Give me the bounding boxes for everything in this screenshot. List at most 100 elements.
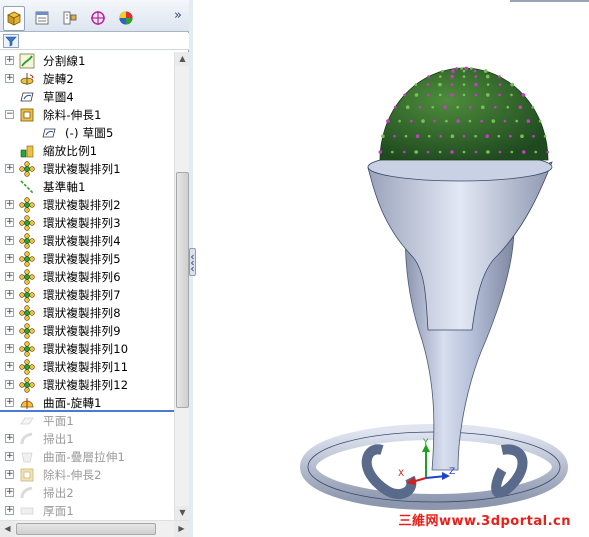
tree-item[interactable]: + 曲面-疊層拉伸1	[0, 448, 174, 466]
scroll-down-arrow-icon[interactable]: ▼	[175, 506, 190, 520]
expand-icon[interactable]: +	[5, 506, 14, 515]
tree-item[interactable]: 平面1	[0, 412, 174, 430]
collapse-icon[interactable]: −	[5, 110, 14, 119]
triad-z-label: Z	[449, 467, 456, 477]
tree-filter-bar[interactable]	[0, 33, 189, 50]
tree-item[interactable]: + 環狀複製排列1	[0, 160, 174, 178]
spike-tip	[474, 134, 477, 138]
expand-icon[interactable]: +	[5, 344, 14, 353]
spike-tip	[438, 150, 442, 154]
dimxpert-manager-tab[interactable]	[87, 7, 109, 29]
tree-item[interactable]: + 掃出2	[0, 484, 174, 502]
spike-tip	[456, 119, 460, 123]
expand-icon[interactable]: +	[5, 326, 14, 335]
expand-icon[interactable]: +	[5, 164, 14, 173]
expand-icon[interactable]: +	[5, 452, 14, 461]
rollback-bar[interactable]	[0, 410, 174, 412]
spike-tip	[509, 134, 512, 138]
spike-tip	[450, 134, 455, 138]
spike-tip	[531, 105, 535, 109]
spike-tip	[381, 134, 385, 138]
expand-icon[interactable]: +	[5, 488, 14, 497]
configuration-manager-tab[interactable]	[59, 7, 81, 29]
tree-item[interactable]: + 環狀複製排列9	[0, 322, 174, 340]
property-manager-tab[interactable]	[31, 7, 53, 29]
tree-item[interactable]: + 環狀複製排列11	[0, 358, 174, 376]
tree-item[interactable]: + 厚面1	[0, 502, 174, 520]
expand-icon[interactable]: +	[5, 272, 14, 281]
tree-item[interactable]: 草圖4	[0, 88, 174, 106]
spike-tip	[485, 74, 490, 79]
expand-icon[interactable]: +	[5, 74, 14, 83]
expand-icon[interactable]: +	[5, 254, 14, 263]
tree-item[interactable]: 基準軸1	[0, 178, 174, 196]
tree-item[interactable]: + 分割線1	[0, 52, 174, 70]
expand-icon[interactable]: +	[5, 218, 14, 227]
spike-tip	[470, 67, 473, 70]
tree-item-label: 環狀複製排列8	[43, 306, 121, 320]
cup[interactable]	[367, 161, 553, 331]
tree-item[interactable]: + 環狀複製排列4	[0, 232, 174, 250]
tree-item[interactable]: + 環狀複製排列5	[0, 250, 174, 268]
spike-tip	[421, 119, 425, 123]
filter-icon[interactable]	[3, 34, 19, 48]
expand-icon[interactable]: +	[5, 362, 14, 371]
scroll-left-arrow-icon[interactable]: ◀	[0, 521, 15, 537]
spike-tip	[486, 83, 490, 86]
tree-vertical-scrollbar[interactable]: ▲ ▼	[174, 52, 190, 520]
expand-icon[interactable]: +	[5, 380, 14, 389]
circular-pattern-icon	[19, 215, 35, 231]
tree-item[interactable]: (-) 草圖5	[0, 124, 174, 142]
tab-overflow-chevron-icon[interactable]: »	[171, 8, 185, 24]
spike-tip	[486, 150, 490, 154]
expand-icon[interactable]: +	[5, 290, 14, 299]
spike-tip	[414, 150, 418, 154]
spike-tip	[443, 105, 447, 109]
graphics-viewport[interactable]: Y Z X 三維网www.3dportal.cn	[196, 0, 589, 537]
expand-icon[interactable]: +	[5, 236, 14, 245]
expand-icon[interactable]: +	[5, 470, 14, 479]
tree-item[interactable]: + 環狀複製排列12	[0, 376, 174, 394]
thicken-icon	[20, 507, 34, 515]
spike-tip	[441, 69, 444, 73]
spike-tip	[427, 134, 431, 138]
spike-tip	[468, 119, 472, 123]
revolve-icon	[20, 73, 34, 85]
spiked-dome[interactable]	[379, 67, 549, 161]
tree-item[interactable]: − 除料-伸長1	[0, 106, 174, 124]
display-manager-tab[interactable]	[115, 7, 137, 29]
circular-pattern-icon	[19, 305, 35, 321]
spike-tip	[450, 150, 454, 154]
spike-tip	[414, 93, 419, 97]
watermark-text: 三維网www.3dportal.cn	[398, 514, 571, 529]
circular-pattern-icon	[19, 233, 35, 249]
spike-tip	[491, 119, 496, 123]
expand-icon[interactable]: +	[5, 200, 14, 209]
scroll-right-arrow-icon[interactable]: ▶	[174, 521, 189, 537]
spike-tip	[427, 75, 430, 78]
tree-item[interactable]: + 除料-伸長2	[0, 466, 174, 484]
circular-pattern-icon	[19, 269, 35, 285]
tree-item[interactable]: + 環狀複製排列2	[0, 196, 174, 214]
feature-manager-tab[interactable]	[3, 6, 25, 31]
tree-item[interactable]: + 環狀複製排列10	[0, 340, 174, 358]
tree-item[interactable]: + 環狀複製排列8	[0, 304, 174, 322]
tree-item[interactable]: + 環狀複製排列6	[0, 268, 174, 286]
expand-icon[interactable]: +	[5, 398, 14, 407]
scroll-up-arrow-icon[interactable]: ▲	[175, 52, 190, 66]
configuration-manager-icon	[63, 11, 77, 25]
tree-item[interactable]: + 掃出1	[0, 430, 174, 448]
tree-item[interactable]: 縮放比例1	[0, 142, 174, 160]
spike-tip	[414, 83, 418, 86]
splitter-collapse-handle[interactable]	[189, 248, 196, 276]
tree-horizontal-scrollbar[interactable]: ◀ ▶	[0, 520, 189, 537]
tree-item[interactable]: + 環狀複製排列7	[0, 286, 174, 304]
expand-icon[interactable]: +	[5, 56, 14, 65]
expand-icon[interactable]: +	[5, 308, 14, 317]
tree-item[interactable]: + 環狀複製排列3	[0, 214, 174, 232]
vertical-scroll-thumb[interactable]	[176, 172, 189, 408]
expand-icon[interactable]: +	[5, 434, 14, 443]
tree-item[interactable]: + 旋轉2	[0, 70, 174, 88]
horizontal-scroll-thumb[interactable]	[16, 523, 156, 535]
goblet-model[interactable]	[196, 0, 589, 537]
